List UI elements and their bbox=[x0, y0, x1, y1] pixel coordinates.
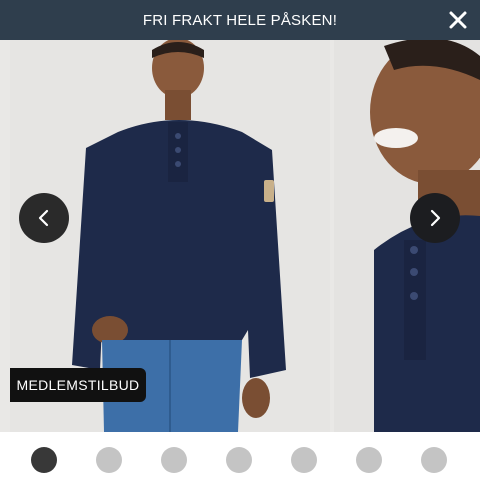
product-image-next bbox=[334, 40, 480, 432]
gallery-pagination bbox=[0, 432, 480, 480]
pagination-dot-7[interactable] bbox=[421, 447, 447, 473]
pagination-dot-4[interactable] bbox=[226, 447, 252, 473]
chevron-left-icon bbox=[38, 209, 49, 227]
chevron-right-icon bbox=[430, 209, 441, 227]
next-image-button[interactable] bbox=[410, 193, 460, 243]
member-offer-badge: MEDLEMSTILBUD bbox=[10, 368, 146, 402]
promo-banner-text: FRI FRAKT HELE PÅSKEN! bbox=[142, 11, 338, 29]
pagination-dot-1[interactable] bbox=[31, 447, 57, 473]
pagination-dot-2[interactable] bbox=[96, 447, 122, 473]
close-icon[interactable] bbox=[446, 8, 470, 32]
pagination-dot-6[interactable] bbox=[356, 447, 382, 473]
pagination-dot-5[interactable] bbox=[291, 447, 317, 473]
model-closeup-illustration bbox=[334, 40, 480, 432]
product-image-gallery[interactable]: MEDLEMSTILBUD bbox=[0, 40, 480, 432]
pagination-dot-3[interactable] bbox=[161, 447, 187, 473]
previous-image-button[interactable] bbox=[19, 193, 69, 243]
promo-banner: FRI FRAKT HELE PÅSKEN! bbox=[0, 0, 480, 40]
